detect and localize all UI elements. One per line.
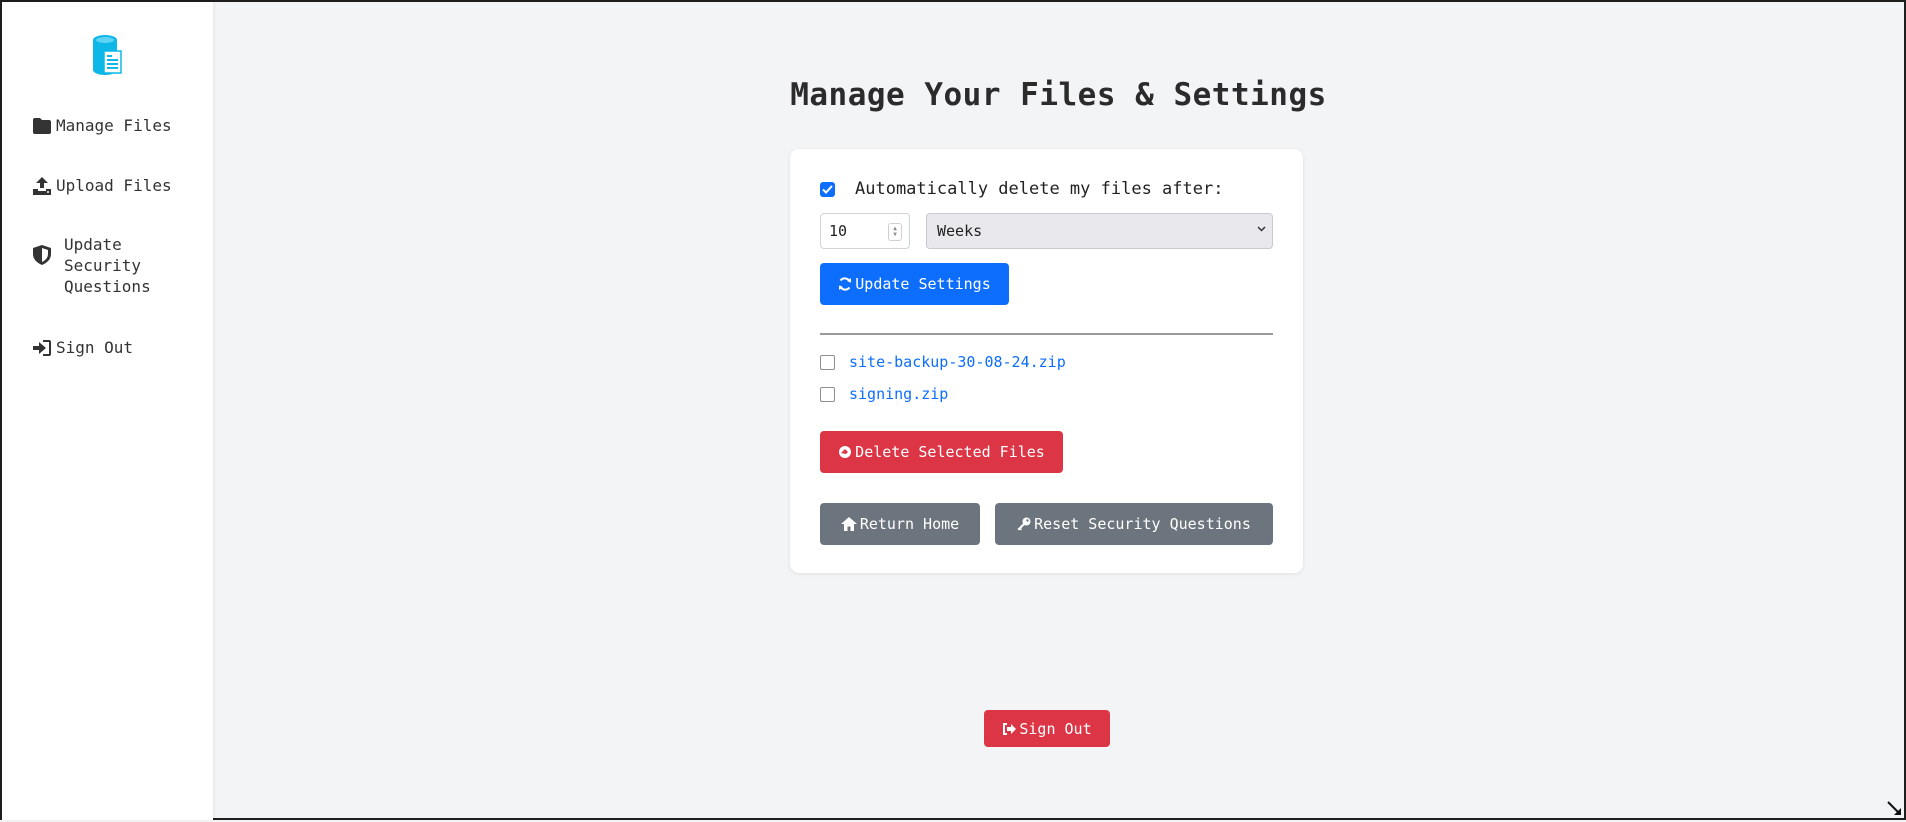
sign-out-label: Sign Out <box>1019 719 1092 738</box>
sidebar-item-label: Manage Files <box>56 116 172 135</box>
sidebar-item-sign-out[interactable]: Sign Out <box>32 337 133 358</box>
chevron-down-icon <box>1257 224 1266 235</box>
return-home-button[interactable]: Return Home <box>820 503 980 545</box>
update-settings-button[interactable]: Update Settings <box>820 263 1009 305</box>
sign-out-button[interactable]: Sign Out <box>984 710 1110 747</box>
page-title: Manage Your Files & Settings <box>790 77 1327 113</box>
key-icon <box>1017 517 1031 531</box>
home-icon <box>840 517 857 531</box>
update-settings-label: Update Settings <box>855 275 991 293</box>
sidebar-item-upload-files[interactable]: Upload Files <box>32 175 172 196</box>
unit-selected-value: Weeks <box>937 222 983 240</box>
sign-out-icon <box>1002 722 1017 736</box>
auto-delete-checkbox[interactable] <box>820 181 835 197</box>
divider <box>820 333 1273 335</box>
upload-icon <box>32 175 52 196</box>
settings-card: Automatically delete my files after: 10 … <box>790 149 1303 573</box>
resize-handle-icon[interactable] <box>1886 800 1904 818</box>
reset-security-questions-label: Reset Security Questions <box>1034 515 1251 533</box>
shield-icon <box>32 244 52 265</box>
file-checkbox[interactable] <box>820 386 835 402</box>
delete-after-unit-select[interactable]: Weeks <box>926 213 1273 249</box>
file-checkbox[interactable] <box>820 354 835 370</box>
file-link[interactable]: signing.zip <box>849 385 948 403</box>
delete-selected-files-button[interactable]: Delete Selected Files <box>820 431 1063 473</box>
number-stepper[interactable]: ▲ ▼ <box>888 223 902 241</box>
sign-in-icon <box>32 337 52 358</box>
eraser-icon <box>838 445 852 459</box>
auto-delete-label: Automatically delete my files after: <box>855 179 1224 199</box>
refresh-icon <box>838 277 852 291</box>
amount-value: 10 <box>829 222 848 240</box>
sidebar: Manage Files Upload Files Update Securit… <box>2 2 213 820</box>
sidebar-item-label: Sign Out <box>56 338 134 357</box>
file-link[interactable]: site-backup-30-08-24.zip <box>849 353 1066 371</box>
return-home-label: Return Home <box>859 515 960 533</box>
file-row: site-backup-30-08-24.zip <box>820 353 1066 371</box>
folder-icon <box>32 115 52 136</box>
file-database-icon[interactable] <box>90 34 124 76</box>
delete-after-amount-input[interactable]: 10 ▲ ▼ <box>820 213 910 249</box>
sidebar-item-update-security-questions[interactable]: Update Security Questions <box>32 234 151 297</box>
sidebar-item-manage-files[interactable]: Manage Files <box>32 115 172 136</box>
delete-selected-files-label: Delete Selected Files <box>855 443 1045 461</box>
reset-security-questions-button[interactable]: Reset Security Questions <box>995 503 1273 545</box>
file-row: signing.zip <box>820 385 948 403</box>
auto-delete-row[interactable]: Automatically delete my files after: <box>820 179 1223 199</box>
sidebar-item-label: Upload Files <box>56 176 172 195</box>
sidebar-item-label: Update Security Questions <box>64 235 151 296</box>
chevron-down-icon: ▼ <box>893 231 897 238</box>
